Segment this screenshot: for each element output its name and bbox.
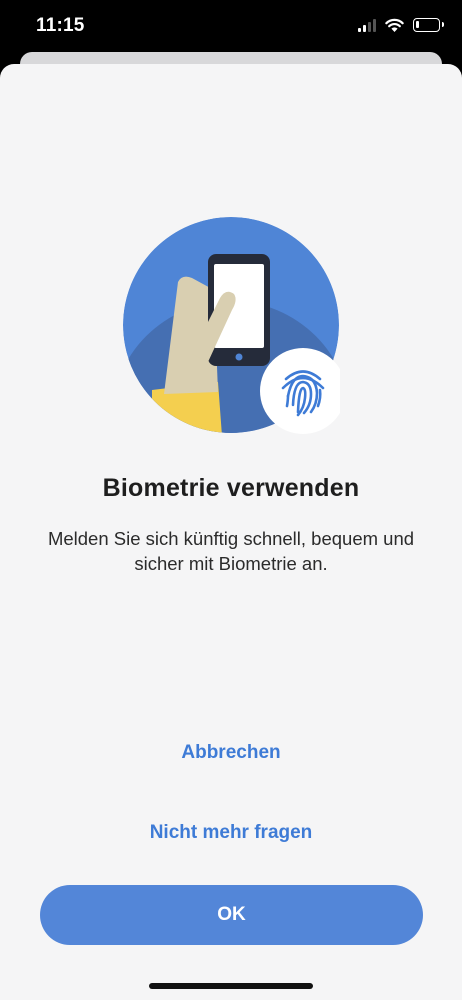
dialog-description: Melden Sie sich künftig schnell, bequem … [47, 528, 415, 574]
status-bar: 11:15 [0, 0, 462, 56]
dialog-title: Biometrie verwenden [102, 474, 360, 502]
cancel-button[interactable]: Abbrechen [80, 733, 382, 773]
battery-level [416, 21, 419, 28]
home-indicator[interactable] [149, 983, 313, 989]
wifi-icon [385, 18, 404, 32]
biometrics-illustration [123, 217, 340, 434]
phone-home-button [235, 353, 243, 361]
never-ask-again-button[interactable]: Nicht mehr fragen [80, 813, 382, 853]
ok-button[interactable]: OK [40, 885, 423, 945]
status-icons [358, 18, 444, 32]
status-time: 11:15 [36, 15, 85, 36]
battery-icon [413, 18, 444, 32]
cellular-signal-icon [358, 18, 376, 32]
